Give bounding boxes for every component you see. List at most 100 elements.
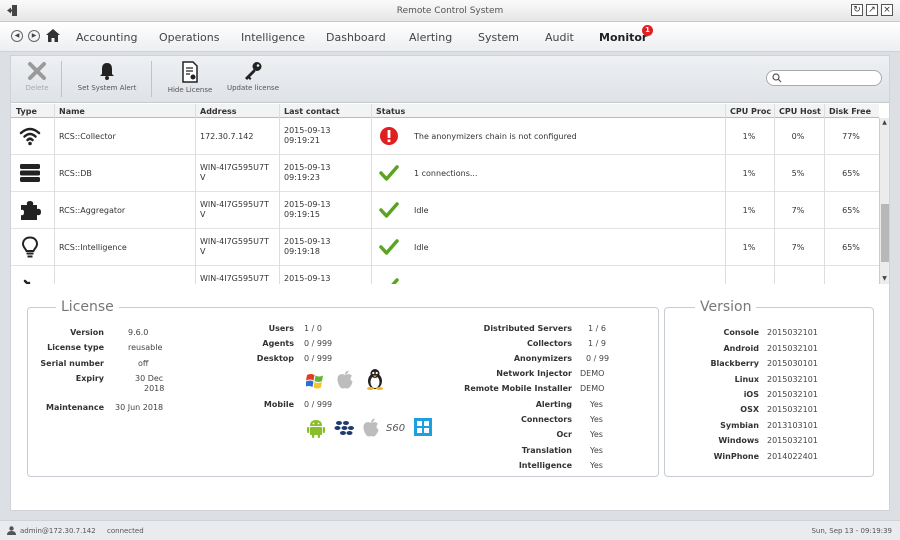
version-field: Windows 2015032101 (718, 436, 818, 445)
license-field: Distributed Servers 1 / 6 (483, 324, 606, 333)
monitor-panel: Delete Set System Alert Hide License Upd… (10, 55, 890, 511)
row-cpu-proc: 1% (742, 132, 756, 141)
col-cpu-proc[interactable]: CPU Proc (730, 107, 771, 116)
status-connection: connected (107, 527, 144, 535)
toolbar: Delete Set System Alert Hide License Upd… (11, 56, 889, 103)
bell-icon (100, 63, 114, 80)
bulb-icon (21, 236, 39, 258)
column-divider (371, 104, 372, 284)
table-row[interactable]: RCS::Aggregator WIN-4I7G595U7T V 2015-09… (11, 192, 879, 229)
col-address[interactable]: Address (200, 107, 237, 116)
delete-icon (28, 62, 46, 80)
back-icon[interactable]: ◀ (11, 30, 23, 42)
col-cpu-host[interactable]: CPU Host (779, 107, 821, 116)
license-field: License type reusable (47, 343, 163, 352)
tab-monitor[interactable]: Monitor (599, 31, 647, 44)
tab-alerting[interactable]: Alerting (409, 31, 452, 44)
row-name: RCS::Collector (59, 132, 116, 141)
tab-operations[interactable]: Operations (159, 31, 219, 44)
forward-icon[interactable]: ▶ (28, 30, 40, 42)
license-field: Mobile 0 / 999 (263, 400, 333, 409)
tab-accounting[interactable]: Accounting (76, 31, 137, 44)
server-table: Type Name Address Last contact Status CP… (11, 104, 889, 284)
column-divider (774, 104, 775, 284)
status-user: admin@172.30.7.142 (20, 527, 96, 535)
row-status: 1 connections... (414, 169, 478, 178)
row-address: WIN-4I7G595U7T (200, 163, 269, 172)
row-cpu-host: 5% (791, 169, 805, 178)
tab-audit[interactable]: Audit (545, 31, 574, 44)
license-title: License (56, 299, 119, 315)
license-field: Expiry 30 Dec 2018 (75, 374, 165, 393)
refresh-icon[interactable]: ↻ (851, 4, 863, 16)
search-icon (772, 73, 782, 83)
row-contact-time: 09:19:23 (284, 173, 320, 182)
hide-license-button[interactable]: Hide License (165, 61, 215, 94)
scroll-down-icon[interactable]: ▼ (880, 274, 889, 284)
update-license-button[interactable]: Update license (225, 61, 281, 92)
linux-icon (367, 369, 383, 390)
row-contact-date: 2015-09-13 (284, 274, 331, 283)
version-field: Linux 2015032101 (734, 375, 818, 384)
home-icon[interactable] (46, 29, 60, 42)
license-field: Alerting Yes (535, 400, 603, 409)
version-field: OSX 2015032101 (740, 405, 818, 414)
check-icon (391, 278, 399, 284)
check-icon (379, 165, 399, 181)
column-divider (279, 104, 280, 284)
col-type[interactable]: Type (16, 107, 37, 116)
table-row[interactable]: WIN-4I7G595U7T 2015-09-13 (11, 266, 879, 284)
version-field: Android 2015032101 (723, 344, 818, 353)
col-name[interactable]: Name (59, 107, 85, 116)
maximize-icon[interactable]: ↗ (866, 4, 878, 16)
license-field: Network Injector DEMO (496, 369, 605, 378)
row-contact-time: 09:19:18 (284, 247, 320, 256)
scroll-up-icon[interactable]: ▲ (880, 118, 889, 128)
hide-license-label: Hide License (167, 86, 213, 94)
column-divider (195, 104, 196, 284)
tab-dashboard[interactable]: Dashboard (326, 31, 386, 44)
license-box: License Version 9.6.0 License type reusa… (27, 299, 659, 477)
check-icon (379, 239, 399, 255)
row-status: Idle (414, 206, 429, 215)
delete-label: Delete (25, 84, 49, 92)
row-cpu-host: 7% (791, 243, 805, 252)
database-icon (20, 164, 40, 182)
search-input[interactable] (766, 70, 882, 86)
version-field: iOS 2015032101 (743, 390, 818, 399)
table-row[interactable]: RCS::Intelligence WIN-4I7G595U7T V 2015-… (11, 229, 879, 266)
row-contact-date: 2015-09-13 (284, 126, 331, 135)
symbian-icon: S60 (386, 423, 406, 434)
close-icon[interactable]: × (881, 4, 893, 16)
col-status[interactable]: Status (376, 107, 405, 116)
toolbar-separator (61, 61, 62, 97)
license-field: Collectors 1 / 9 (526, 339, 606, 348)
table-scrollbar[interactable]: ▲ ▼ (879, 118, 889, 284)
check-icon (379, 202, 399, 218)
error-icon (380, 127, 398, 145)
license-field: Users 1 / 0 (268, 324, 322, 333)
set-system-alert-button[interactable]: Set System Alert (75, 61, 139, 92)
version-box: Version Console 2015032101 Android 20150… (664, 299, 874, 477)
tab-intelligence[interactable]: Intelligence (241, 31, 305, 44)
scroll-thumb[interactable] (881, 204, 889, 262)
windows-xp-icon (306, 374, 323, 389)
table-row[interactable]: RCS::DB WIN-4I7G595U7T V 2015-09-13 09:1… (11, 155, 879, 192)
col-last-contact[interactable]: Last contact (284, 107, 340, 116)
col-disk-free[interactable]: Disk Free (829, 107, 871, 116)
table-row[interactable]: RCS::Collector 172.30.7.142 2015-09-13 0… (11, 118, 879, 155)
title-bar: Remote Control System ↻ ↗ × (0, 0, 900, 22)
row-contact-date: 2015-09-13 (284, 200, 331, 209)
status-time: Sun, Sep 13 - 09:19:39 (811, 527, 892, 535)
row-cpu-proc: 1% (742, 243, 756, 252)
tab-system[interactable]: System (478, 31, 519, 44)
column-divider (725, 104, 726, 284)
set-system-alert-label: Set System Alert (77, 84, 137, 92)
delete-button[interactable]: Delete (19, 61, 55, 92)
row-name: RCS::Intelligence (59, 243, 127, 252)
puzzle-icon (21, 201, 41, 220)
wifi-icon (19, 127, 41, 146)
row-name: RCS::DB (59, 169, 92, 178)
license-field: Connectors Yes (521, 415, 603, 424)
version-title: Version (695, 299, 757, 315)
